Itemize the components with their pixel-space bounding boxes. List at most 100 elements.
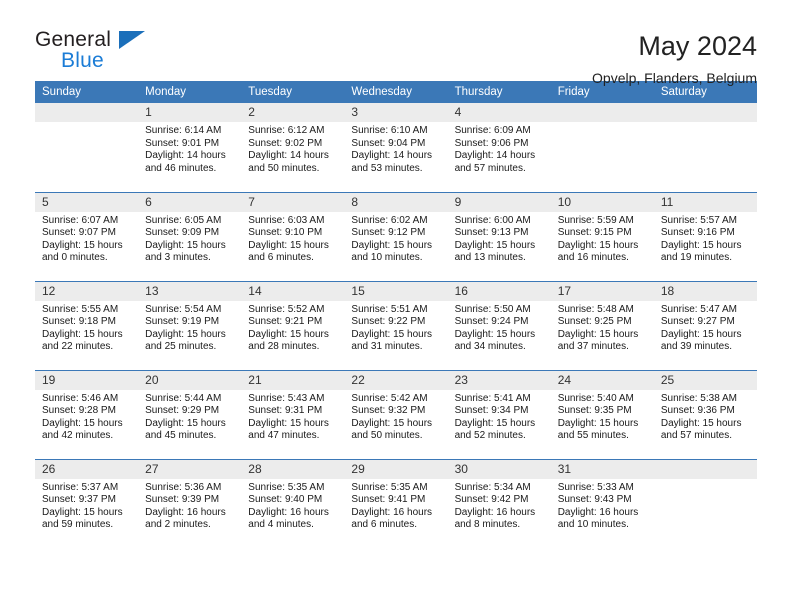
sunrise-text: Sunrise: 6:03 AM <box>248 214 325 226</box>
sunset-text: Sunset: 9:18 PM <box>42 316 116 328</box>
sunset-text: Sunset: 9:40 PM <box>248 494 323 506</box>
sunrise-text: Sunrise: 5:57 AM <box>660 214 737 226</box>
calendar-day[interactable]: 6 Sunrise: 6:05 AM Sunset: 9:09 PM Daylight… <box>138 192 242 281</box>
calendar-day[interactable]: 20 Sunrise: 5:44 AM Sunset: 9:29 PM Dayligh… <box>138 370 242 459</box>
calendar-day[interactable]: 24 Sunrise: 5:40 AM Sunset: 9:35 PM Dayligh… <box>550 370 654 459</box>
calendar-day[interactable]: 30 Sunrise: 5:34 AM Sunset: 9:42 PM Dayligh… <box>447 459 551 548</box>
sunrise-text: Sunrise: 5:52 AM <box>248 303 325 315</box>
calendar-day[interactable]: 12 Sunrise: 5:55 AM Sunset: 9:18 PM Dayligh… <box>35 281 139 370</box>
calendar-day[interactable]: 25 Sunrise: 5:38 AM Sunset: 9:36 PM Dayligh… <box>653 370 757 459</box>
day-number <box>653 459 757 479</box>
sunset-text: Sunset: 9:35 PM <box>557 405 632 417</box>
day-details: Sunrise: 6:10 AM Sunset: 9:04 PM Daylight:… <box>344 122 447 175</box>
calendar-day[interactable]: 11 Sunrise: 5:57 AM Sunset: 9:16 PM Dayligh… <box>653 192 757 281</box>
calendar-day[interactable]: 28 Sunrise: 5:35 AM Sunset: 9:40 PM Dayligh… <box>241 459 345 548</box>
daylight-text: Daylight: 15 hours and 34 minutes. <box>454 328 536 353</box>
day-details: Sunrise: 5:35 AM Sunset: 9:40 PM Daylight:… <box>241 479 344 532</box>
sunrise-text: Sunrise: 6:02 AM <box>351 214 428 226</box>
calendar-day[interactable]: 3 Sunrise: 6:10 AM Sunset: 9:04 PM Daylight… <box>344 103 448 191</box>
sunset-text: Sunset: 9:21 PM <box>248 316 323 328</box>
day-number: 13 <box>138 281 242 301</box>
day-details: Sunrise: 6:03 AM Sunset: 9:10 PM Daylight:… <box>241 212 344 265</box>
calendar-cell <box>653 458 757 548</box>
day-number: 28 <box>241 459 345 479</box>
day-number: 20 <box>138 370 242 390</box>
sunrise-text: Sunrise: 6:05 AM <box>145 214 222 226</box>
calendar-cell: 23 Sunrise: 5:41 AM Sunset: 9:34 PM Dayligh… <box>447 369 551 459</box>
sunset-text: Sunset: 9:10 PM <box>248 227 323 239</box>
calendar-day[interactable]: 5 Sunrise: 6:07 AM Sunset: 9:07 PM Daylight… <box>35 192 139 281</box>
calendar-day[interactable]: 22 Sunrise: 5:42 AM Sunset: 9:32 PM Dayligh… <box>344 370 448 459</box>
generalblue-logo[interactable]: General Blue <box>35 28 165 74</box>
calendar-cell: 25 Sunrise: 5:38 AM Sunset: 9:36 PM Dayligh… <box>653 369 757 459</box>
day-details: Sunrise: 5:41 AM Sunset: 9:34 PM Daylight:… <box>448 390 551 443</box>
calendar-cell: 18 Sunrise: 5:47 AM Sunset: 9:27 PM Dayligh… <box>653 280 757 370</box>
calendar-cell: 2 Sunrise: 6:12 AM Sunset: 9:02 PM Daylight… <box>241 103 345 192</box>
sunset-text: Sunset: 9:12 PM <box>351 227 426 239</box>
calendar-cell: 24 Sunrise: 5:40 AM Sunset: 9:35 PM Dayligh… <box>550 369 654 459</box>
sunset-text: Sunset: 9:42 PM <box>454 494 529 506</box>
calendar-day[interactable]: 10 Sunrise: 5:59 AM Sunset: 9:15 PM Dayligh… <box>550 192 654 281</box>
calendar-week-row: 12 Sunrise: 5:55 AM Sunset: 9:18 PM Dayligh… <box>35 280 757 370</box>
sunrise-text: Sunrise: 5:59 AM <box>557 214 634 226</box>
calendar-day[interactable]: 29 Sunrise: 5:35 AM Sunset: 9:41 PM Dayligh… <box>344 459 448 548</box>
calendar-day[interactable]: 4 Sunrise: 6:09 AM Sunset: 9:06 PM Daylight… <box>447 103 551 191</box>
daylight-text: Daylight: 15 hours and 31 minutes. <box>351 328 433 353</box>
calendar-day[interactable]: 17 Sunrise: 5:48 AM Sunset: 9:25 PM Dayligh… <box>550 281 654 370</box>
daylight-text: Daylight: 15 hours and 37 minutes. <box>557 328 639 353</box>
sunset-text: Sunset: 9:16 PM <box>660 227 735 239</box>
calendar-cell: 15 Sunrise: 5:51 AM Sunset: 9:22 PM Dayligh… <box>344 280 448 370</box>
daylight-text: Daylight: 15 hours and 50 minutes. <box>351 417 433 442</box>
calendar-cell: 8 Sunrise: 6:02 AM Sunset: 9:12 PM Daylight… <box>344 191 448 281</box>
day-number <box>550 103 654 122</box>
calendar-day[interactable]: 26 Sunrise: 5:37 AM Sunset: 9:37 PM Dayligh… <box>35 459 139 548</box>
calendar-day[interactable]: 8 Sunrise: 6:02 AM Sunset: 9:12 PM Daylight… <box>344 192 448 281</box>
sunrise-text: Sunrise: 6:10 AM <box>351 125 428 136</box>
sunset-text: Sunset: 9:39 PM <box>145 494 220 506</box>
calendar-cell: 20 Sunrise: 5:44 AM Sunset: 9:29 PM Dayligh… <box>138 369 242 459</box>
weekday-header-tuesday: Tuesday <box>241 81 345 103</box>
calendar-cell: 19 Sunrise: 5:46 AM Sunset: 9:28 PM Dayligh… <box>35 369 139 459</box>
calendar-cell: 28 Sunrise: 5:35 AM Sunset: 9:40 PM Dayligh… <box>241 458 345 548</box>
day-number: 25 <box>653 370 757 390</box>
calendar-cell: 29 Sunrise: 5:35 AM Sunset: 9:41 PM Dayligh… <box>344 458 448 548</box>
calendar-cell: 30 Sunrise: 5:34 AM Sunset: 9:42 PM Dayligh… <box>447 458 551 548</box>
day-number: 18 <box>653 281 757 301</box>
calendar-day[interactable]: 15 Sunrise: 5:51 AM Sunset: 9:22 PM Dayligh… <box>344 281 448 370</box>
day-details: Sunrise: 5:42 AM Sunset: 9:32 PM Daylight:… <box>344 390 447 443</box>
sunset-text: Sunset: 9:36 PM <box>660 405 735 417</box>
sunset-text: Sunset: 9:06 PM <box>454 137 529 149</box>
calendar-day[interactable]: 27 Sunrise: 5:36 AM Sunset: 9:39 PM Dayligh… <box>138 459 242 548</box>
day-details: Sunrise: 5:36 AM Sunset: 9:39 PM Daylight:… <box>138 479 241 532</box>
sunrise-text: Sunrise: 5:40 AM <box>557 392 634 404</box>
day-number: 6 <box>138 192 242 212</box>
calendar-day[interactable]: 7 Sunrise: 6:03 AM Sunset: 9:10 PM Daylight… <box>241 192 345 281</box>
daylight-text: Daylight: 16 hours and 2 minutes. <box>145 506 226 531</box>
calendar-cell: 26 Sunrise: 5:37 AM Sunset: 9:37 PM Dayligh… <box>35 458 139 548</box>
sunrise-text: Sunrise: 5:43 AM <box>248 392 325 404</box>
calendar-cell <box>550 103 654 192</box>
calendar-day[interactable]: 18 Sunrise: 5:47 AM Sunset: 9:27 PM Dayligh… <box>653 281 757 370</box>
weekday-header-thursday: Thursday <box>447 81 551 103</box>
calendar-day[interactable]: 1 Sunrise: 6:14 AM Sunset: 9:01 PM Daylight… <box>138 103 242 191</box>
sunset-text: Sunset: 9:01 PM <box>145 137 220 149</box>
calendar-day[interactable]: 13 Sunrise: 5:54 AM Sunset: 9:19 PM Dayligh… <box>138 281 242 370</box>
calendar-day[interactable]: 23 Sunrise: 5:41 AM Sunset: 9:34 PM Dayligh… <box>447 370 551 459</box>
calendar-day[interactable]: 2 Sunrise: 6:12 AM Sunset: 9:02 PM Daylight… <box>241 103 345 191</box>
day-number: 9 <box>447 192 551 212</box>
day-number: 27 <box>138 459 242 479</box>
day-number: 31 <box>550 459 654 479</box>
calendar-day[interactable]: 14 Sunrise: 5:52 AM Sunset: 9:21 PM Dayligh… <box>241 281 345 370</box>
calendar-cell <box>35 103 139 192</box>
day-number: 21 <box>241 370 345 390</box>
calendar-day[interactable]: 31 Sunrise: 5:33 AM Sunset: 9:43 PM Dayligh… <box>550 459 654 548</box>
calendar-day[interactable]: 16 Sunrise: 5:50 AM Sunset: 9:24 PM Dayligh… <box>447 281 551 370</box>
day-number <box>35 103 139 122</box>
calendar-day[interactable]: 21 Sunrise: 5:43 AM Sunset: 9:31 PM Dayligh… <box>241 370 345 459</box>
calendar-day[interactable]: 19 Sunrise: 5:46 AM Sunset: 9:28 PM Dayligh… <box>35 370 139 459</box>
calendar-week-row: 1 Sunrise: 6:14 AM Sunset: 9:01 PM Daylight… <box>35 103 757 192</box>
calendar-cell: 10 Sunrise: 5:59 AM Sunset: 9:15 PM Dayligh… <box>550 191 654 281</box>
daylight-text: Daylight: 16 hours and 10 minutes. <box>557 506 639 531</box>
day-details: Sunrise: 6:05 AM Sunset: 9:09 PM Daylight:… <box>138 212 241 265</box>
calendar-day[interactable]: 9 Sunrise: 6:00 AM Sunset: 9:13 PM Daylight… <box>447 192 551 281</box>
